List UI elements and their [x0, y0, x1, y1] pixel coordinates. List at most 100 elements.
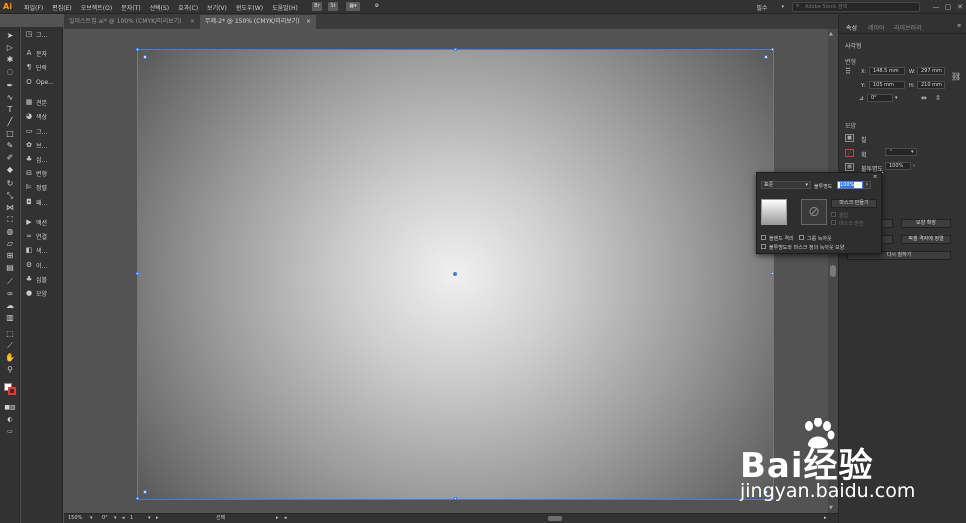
- status-arrow-icon[interactable]: ▸: [276, 514, 279, 523]
- artboard-tool-icon[interactable]: ⬚: [4, 329, 16, 339]
- tab-document-2[interactable]: 무제-2* @ 150% (CMYK/미리보기) ×: [200, 15, 316, 29]
- zoom-tool-icon[interactable]: ⚲: [4, 365, 16, 375]
- scroll-down-icon[interactable]: ▼: [829, 505, 833, 511]
- curvature-tool-icon[interactable]: ∿: [4, 93, 16, 103]
- next-artboard-icon[interactable]: ▸: [156, 514, 159, 523]
- opacity-field[interactable]: 100%: [885, 162, 911, 170]
- selection-handle[interactable]: [136, 48, 139, 51]
- opacity-icon[interactable]: ▩: [845, 163, 854, 171]
- symbol-sprayer-tool-icon[interactable]: ☁: [4, 301, 16, 311]
- color-mode-icon[interactable]: ■▨: [4, 403, 16, 413]
- panel-item[interactable]: ◳ 그...: [25, 29, 61, 39]
- clip-checkbox[interactable]: [831, 212, 836, 217]
- zoom-dropdown-icon[interactable]: ▾: [90, 514, 93, 523]
- rotation-angle[interactable]: 0°: [102, 514, 108, 523]
- gradient-tool-icon[interactable]: ▤: [4, 263, 16, 273]
- bridge-icon[interactable]: Br: [312, 2, 322, 11]
- stock-search-input[interactable]: Adobe Stock 검색: [792, 2, 920, 12]
- rectangle-tool-icon[interactable]: □: [4, 129, 16, 139]
- tab-properties[interactable]: 속성: [846, 23, 857, 32]
- panel-item[interactable]: ¶ 단락: [25, 62, 61, 72]
- panel-item[interactable]: ♣ 심...: [25, 154, 61, 164]
- panel-item[interactable]: ⊫ 정렬: [25, 182, 61, 192]
- knockout-group-checkbox[interactable]: [799, 235, 804, 240]
- angle-dropdown-icon[interactable]: ▾: [895, 95, 898, 101]
- panel-item[interactable]: ⚙ 이...: [25, 260, 61, 270]
- perspective-grid-tool-icon[interactable]: ▱: [4, 239, 16, 249]
- selection-handle[interactable]: [454, 48, 457, 51]
- direct-selection-tool-icon[interactable]: ▷: [4, 43, 16, 53]
- menu-effect[interactable]: 효과(C): [178, 3, 198, 12]
- draw-mode-icon[interactable]: ◐: [4, 415, 16, 425]
- line-tool-icon[interactable]: ╱: [4, 117, 16, 127]
- selection-handle[interactable]: [136, 272, 139, 275]
- width-field[interactable]: 297 mm: [917, 67, 945, 75]
- expand-appearance-button[interactable]: 모양 확장: [901, 219, 951, 228]
- selection-handle[interactable]: [771, 48, 774, 51]
- height-field[interactable]: 210 mm: [917, 81, 945, 89]
- tab-document-1[interactable]: 일러스트집.ai* @ 100% (CMYK/미리보기) ×: [64, 15, 199, 29]
- stroke-none-icon[interactable]: ╱: [845, 149, 854, 157]
- corner-widget[interactable]: [764, 490, 768, 494]
- popup-opacity-input[interactable]: 100%: [837, 181, 863, 189]
- menu-type[interactable]: 문자(T): [121, 3, 140, 12]
- menu-window[interactable]: 윈도우(W): [236, 3, 263, 12]
- panel-item[interactable]: ● 모양: [25, 288, 61, 298]
- gpu-performance-icon[interactable]: ⚙: [372, 2, 382, 11]
- prev-artboard-icon[interactable]: ◂: [122, 514, 125, 523]
- workspace-switcher[interactable]: 필수: [756, 3, 767, 12]
- make-mask-button[interactable]: 마스크 만들기: [831, 199, 877, 208]
- panel-item[interactable]: ♣ 심볼: [25, 274, 61, 284]
- panel-item[interactable]: ◧ 색...: [25, 245, 61, 255]
- vertical-scrollbar[interactable]: ▲ ▼: [828, 29, 838, 513]
- panel-item[interactable]: ◘ 패...: [25, 197, 61, 207]
- opacity-arrow-icon[interactable]: ›: [913, 163, 915, 169]
- selection-handle[interactable]: [771, 272, 774, 275]
- scroll-left-icon[interactable]: ◂: [284, 514, 287, 523]
- popup-menu-icon[interactable]: ≡: [873, 174, 877, 180]
- tab-layers[interactable]: 레이어: [868, 23, 885, 32]
- horizontal-scroll-thumb[interactable]: [548, 516, 562, 521]
- pen-tool-icon[interactable]: ✒: [4, 81, 16, 91]
- workspace-dropdown-icon[interactable]: ▾: [781, 4, 784, 10]
- flip-horizontal-icon[interactable]: ⇹: [921, 94, 927, 102]
- panel-menu-icon[interactable]: ≡: [957, 23, 961, 29]
- mask-thumbnail-none-icon[interactable]: ⊘: [801, 199, 827, 225]
- stroke-weight-dropdown-icon[interactable]: ▾: [911, 149, 914, 155]
- invert-mask-checkbox[interactable]: [831, 220, 836, 225]
- y-field[interactable]: 105 mm: [869, 81, 905, 89]
- minimize-icon[interactable]: —: [930, 3, 942, 11]
- menu-file[interactable]: 파일(F): [24, 3, 43, 12]
- panel-item[interactable]: ▭ 그...: [25, 126, 61, 136]
- selection-tool-icon[interactable]: ➤: [4, 31, 16, 41]
- scroll-up-icon[interactable]: ▲: [829, 31, 833, 37]
- panel-item[interactable]: A 문자: [25, 48, 61, 58]
- selection-handle[interactable]: [771, 497, 774, 500]
- rotate-tool-icon[interactable]: ↻: [4, 179, 16, 189]
- artboard-number[interactable]: 1: [130, 514, 133, 523]
- panel-item[interactable]: ◕ 색상: [25, 111, 61, 121]
- lasso-tool-icon[interactable]: ◌: [4, 67, 16, 77]
- selection-handle[interactable]: [136, 497, 139, 500]
- tab-libraries[interactable]: 라이브러리: [894, 23, 922, 32]
- corner-widget[interactable]: [143, 490, 147, 494]
- fill-stroke-swatch-icon[interactable]: [4, 383, 16, 399]
- menu-select[interactable]: 선택(S): [150, 3, 170, 12]
- center-point[interactable]: [453, 272, 457, 276]
- menu-view[interactable]: 보기(V): [207, 3, 227, 12]
- hand-tool-icon[interactable]: ✋: [4, 353, 16, 363]
- shape-builder-tool-icon[interactable]: ◍: [4, 227, 16, 237]
- panel-item[interactable]: ▶ 액션: [25, 217, 61, 227]
- zoom-level[interactable]: 150%: [68, 514, 82, 523]
- canvas[interactable]: [64, 29, 840, 513]
- blend-tool-icon[interactable]: ∞: [4, 289, 16, 299]
- mesh-tool-icon[interactable]: ⊞: [4, 251, 16, 261]
- object-thumbnail[interactable]: [761, 199, 787, 225]
- constrain-proportions-icon[interactable]: ⛓: [951, 72, 961, 81]
- arrange-documents-icon[interactable]: ▦▾: [346, 2, 360, 11]
- corner-widget[interactable]: [764, 55, 768, 59]
- magic-wand-tool-icon[interactable]: ✱: [4, 55, 16, 65]
- blend-mode-select[interactable]: 표준 ▾: [761, 181, 811, 189]
- opacity-mask-knockout-checkbox[interactable]: [761, 244, 766, 249]
- stroke-swatch-icon[interactable]: [8, 387, 16, 395]
